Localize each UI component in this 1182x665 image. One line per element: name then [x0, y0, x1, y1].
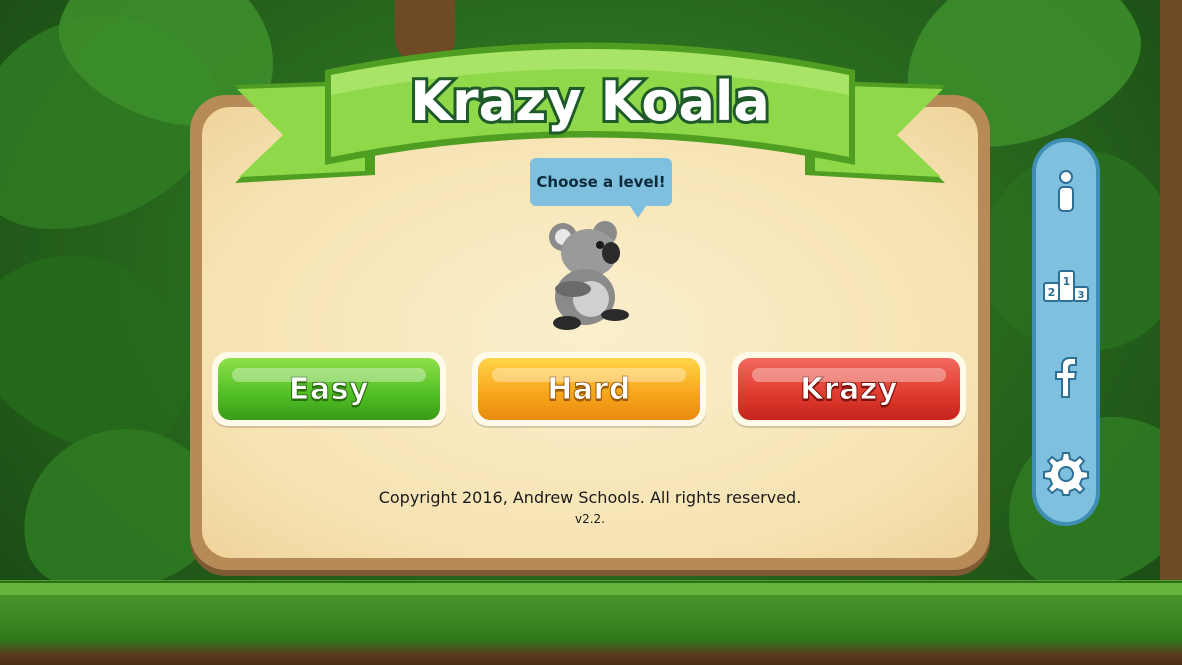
koala-character [549, 221, 629, 330]
svg-text:3: 3 [1078, 290, 1085, 301]
info-icon [1058, 170, 1074, 212]
prompt-text: Choose a level! [536, 173, 666, 191]
side-menu: 2 1 3 [1032, 138, 1100, 526]
leaderboard-podium-icon: 2 1 3 [1043, 270, 1089, 302]
facebook-icon [1055, 357, 1078, 398]
version-text: v2.2. [575, 512, 605, 526]
gear-icon [1043, 452, 1089, 496]
speech-bubble: Choose a level! [530, 158, 672, 218]
leaderboard-button[interactable]: 2 1 3 [1041, 260, 1091, 310]
settings-button[interactable] [1041, 448, 1091, 498]
copyright-text: Copyright 2016, Andrew Schools. All righ… [378, 488, 802, 507]
info-button[interactable] [1041, 166, 1091, 216]
svg-text:1: 1 [1063, 275, 1071, 288]
grass-strip [0, 581, 1182, 595]
facebook-button[interactable] [1041, 352, 1091, 402]
svg-text:2: 2 [1048, 286, 1056, 299]
easy-level-button[interactable]: Easy [212, 352, 446, 426]
hard-level-button[interactable]: Hard [472, 352, 706, 426]
game-title: Krazy Koala [410, 70, 770, 133]
krazy-level-button[interactable]: Krazy [732, 352, 966, 426]
